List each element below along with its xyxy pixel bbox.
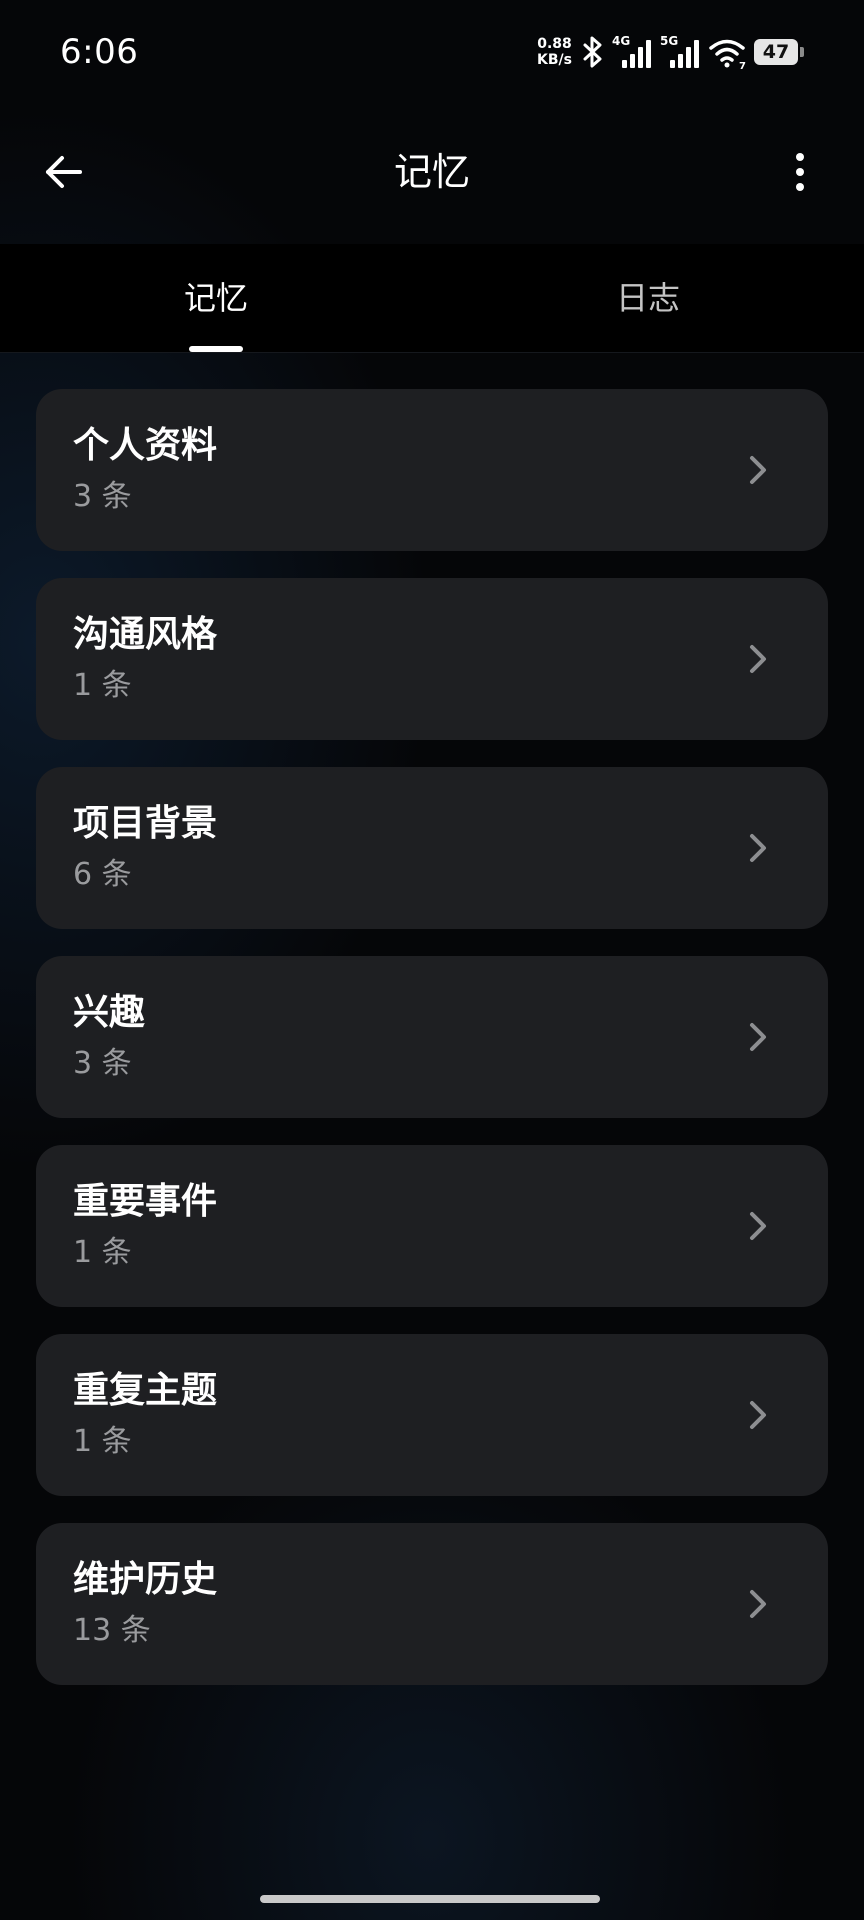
memory-category-card-profile[interactable]: 个人资料 3 条 — [36, 389, 828, 551]
category-title: 维护历史 — [73, 1559, 218, 1600]
cellular-signal-5g-icon: 5G — [660, 34, 699, 68]
memory-category-card-recurring-themes[interactable]: 重复主题 1 条 — [36, 1334, 828, 1496]
signal-2-label: 5G — [660, 34, 678, 48]
category-title: 个人资料 — [73, 425, 218, 466]
category-count: 1 条 — [73, 668, 132, 703]
memory-category-card-maintenance-history[interactable]: 维护历史 13 条 — [36, 1523, 828, 1685]
category-title: 沟通风格 — [73, 614, 218, 655]
chevron-right-icon — [750, 645, 766, 673]
app-bar: 记忆 — [0, 104, 864, 244]
category-title: 重要事件 — [73, 1181, 218, 1222]
chevron-right-icon — [750, 1212, 766, 1240]
battery-tip — [800, 47, 804, 57]
network-speed-value: 0.88 — [537, 36, 572, 52]
tab-memory[interactable]: 记忆 — [0, 244, 432, 352]
category-title: 重复主题 — [73, 1370, 218, 1411]
battery-indicator: 47 — [754, 39, 804, 65]
status-time: 6:06 — [60, 32, 139, 72]
battery-level: 47 — [754, 39, 798, 65]
signal-1-label: 4G — [612, 34, 630, 48]
wifi-icon: 7 — [709, 39, 746, 70]
tab-bar: 记忆 日志 — [0, 244, 864, 353]
more-vertical-icon — [796, 153, 804, 191]
memory-category-card-important-events[interactable]: 重要事件 1 条 — [36, 1145, 828, 1307]
tab-active-indicator — [189, 346, 243, 352]
category-count: 13 条 — [73, 1613, 151, 1648]
network-speed: 0.88 KB/s — [537, 36, 572, 68]
memory-category-card-communication-style[interactable]: 沟通风格 1 条 — [36, 578, 828, 740]
chevron-right-icon — [750, 1023, 766, 1051]
wifi-badge: 7 — [739, 61, 746, 70]
memory-category-card-interests[interactable]: 兴趣 3 条 — [36, 956, 828, 1118]
network-speed-unit: KB/s — [537, 52, 572, 68]
category-count: 3 条 — [73, 479, 132, 514]
category-title: 项目背景 — [73, 803, 218, 844]
cellular-signal-4g-icon: 4G — [612, 34, 651, 68]
chevron-right-icon — [750, 1590, 766, 1618]
page-title: 记忆 — [393, 150, 470, 194]
chevron-right-icon — [750, 834, 766, 862]
bluetooth-icon — [583, 36, 602, 68]
more-options-button[interactable] — [772, 144, 828, 200]
memory-category-card-project-background[interactable]: 项目背景 6 条 — [36, 767, 828, 929]
memory-category-list: 个人资料 3 条 沟通风格 1 条 项目背景 6 条 兴趣 3 条 重要事件 1… — [36, 389, 828, 1712]
category-count: 1 条 — [73, 1235, 132, 1270]
home-indicator[interactable] — [260, 1895, 600, 1903]
category-count: 6 条 — [73, 857, 132, 892]
category-count: 1 条 — [73, 1424, 132, 1459]
chevron-right-icon — [750, 1401, 766, 1429]
category-title: 兴趣 — [73, 992, 146, 1033]
status-bar: 6:06 0.88 KB/s 4G 5G 7 47 — [0, 0, 864, 104]
category-count: 3 条 — [73, 1046, 132, 1081]
status-icons: 0.88 KB/s 4G 5G 7 47 — [537, 32, 804, 72]
chevron-right-icon — [750, 456, 766, 484]
tab-journal[interactable]: 日志 — [432, 244, 864, 352]
